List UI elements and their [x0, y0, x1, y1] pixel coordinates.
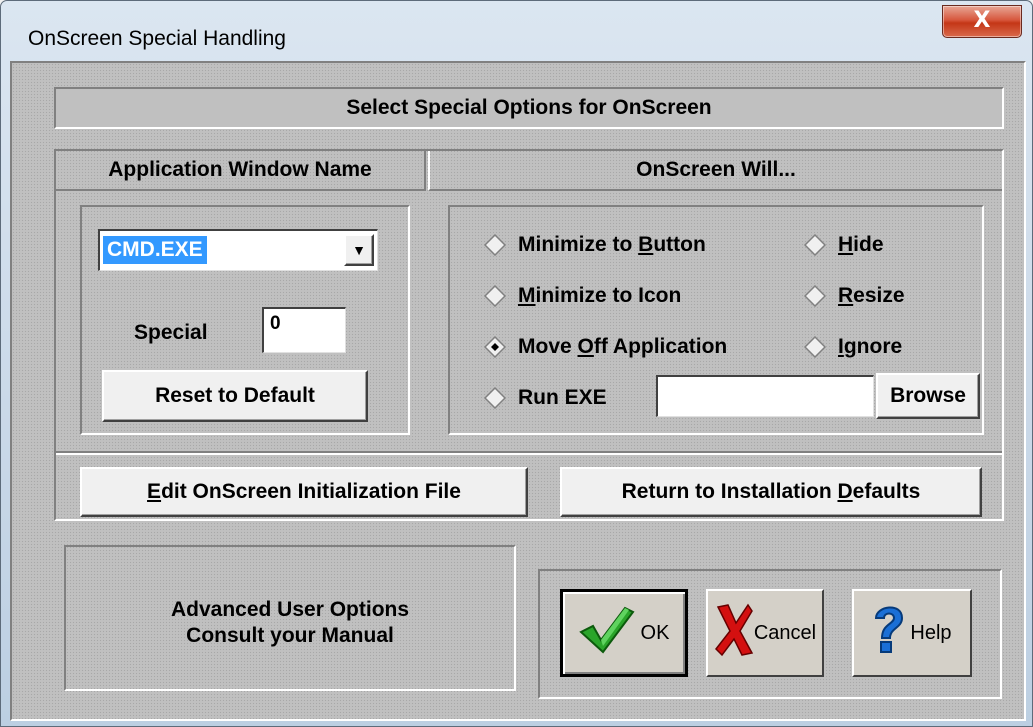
radio-diamond-selected-icon [484, 336, 506, 358]
return-to-defaults-button[interactable]: Return to Installation Defaults [560, 467, 982, 517]
radio-ignore[interactable]: Ignore [804, 335, 902, 359]
option-label: Ignore [838, 335, 903, 358]
radio-diamond-icon [484, 234, 506, 256]
dialog-buttons-panel: OK Cancel Help [538, 569, 1002, 699]
header-title: Select Special Options for OnScreen [346, 96, 712, 119]
dropdown-arrow-button[interactable]: ▼ [344, 234, 374, 266]
left-heading-cell: Application Window Name [56, 151, 426, 191]
client-area: Select Special Options for OnScreen Appl… [10, 61, 1026, 721]
radio-diamond-icon [804, 285, 826, 307]
option-label: Hide [838, 233, 884, 256]
divider [56, 451, 1002, 455]
app-window-select[interactable]: CMD.EXE ▼ [98, 229, 378, 271]
radio-move-off-application[interactable]: Move Off Application [484, 335, 727, 359]
radio-diamond-icon [484, 387, 506, 409]
question-mark-icon [872, 602, 906, 664]
radio-minimize-to-icon[interactable]: Minimize to Icon [484, 284, 681, 308]
option-label: Move Off Application [518, 335, 728, 358]
radio-resize[interactable]: Resize [804, 284, 905, 308]
header-panel: Select Special Options for OnScreen [54, 87, 1004, 129]
ok-button[interactable]: OK [560, 589, 688, 677]
ok-label: OK [640, 621, 670, 644]
title-bar[interactable]: OnScreen Special Handling X [1, 1, 1033, 61]
radio-run-exe[interactable]: Run EXE [484, 386, 607, 410]
special-label: Special [134, 321, 208, 344]
left-heading: Application Window Name [108, 158, 372, 181]
options-group: Application Window Name OnScreen Will...… [54, 149, 1004, 521]
option-label: Minimize to Button [518, 233, 706, 256]
right-heading: OnScreen Will... [636, 158, 796, 181]
red-x-icon [714, 603, 754, 663]
browse-button[interactable]: Browse [876, 373, 980, 419]
option-label: Run EXE [518, 386, 607, 409]
cancel-label: Cancel [753, 621, 817, 644]
option-label: Resize [838, 284, 905, 307]
radio-minimize-to-button[interactable]: Minimize to Button [484, 233, 706, 257]
radio-diamond-icon [804, 336, 826, 358]
return-to-defaults-label: Return to Installation Defaults [621, 480, 921, 503]
window-title: OnScreen Special Handling [28, 27, 286, 50]
special-input[interactable]: 0 [262, 307, 346, 353]
help-label: Help [910, 621, 952, 644]
app-window-panel: CMD.EXE ▼ Special 0 Reset to Default [80, 205, 410, 435]
radio-diamond-icon [804, 234, 826, 256]
advanced-line-1: Advanced User Options [170, 598, 410, 621]
option-label: Minimize to Icon [518, 284, 682, 307]
reset-to-default-button[interactable]: Reset to Default [102, 370, 368, 422]
cancel-button[interactable]: Cancel [706, 589, 824, 677]
close-button[interactable]: X [942, 5, 1022, 38]
advanced-options-panel: Advanced User Options Consult your Manua… [64, 545, 516, 691]
radio-diamond-icon [484, 285, 506, 307]
app-window-select-value: CMD.EXE [103, 236, 207, 264]
run-exe-input[interactable] [656, 375, 874, 417]
help-button[interactable]: Help [852, 589, 972, 677]
right-heading-cell: OnScreen Will... [428, 151, 1002, 191]
checkmark-icon [578, 604, 635, 662]
advanced-line-2: Consult your Manual [186, 624, 394, 647]
onscreen-will-panel: Minimize to Button Hide Minimize to Icon… [448, 205, 984, 435]
edit-ini-label: Edit OnScreen Initialization File [147, 480, 461, 503]
dialog-window: OnScreen Special Handling X Select Speci… [0, 0, 1033, 727]
chevron-down-icon: ▼ [352, 242, 366, 258]
edit-ini-button[interactable]: Edit OnScreen Initialization File [80, 467, 528, 517]
radio-hide[interactable]: Hide [804, 233, 884, 257]
